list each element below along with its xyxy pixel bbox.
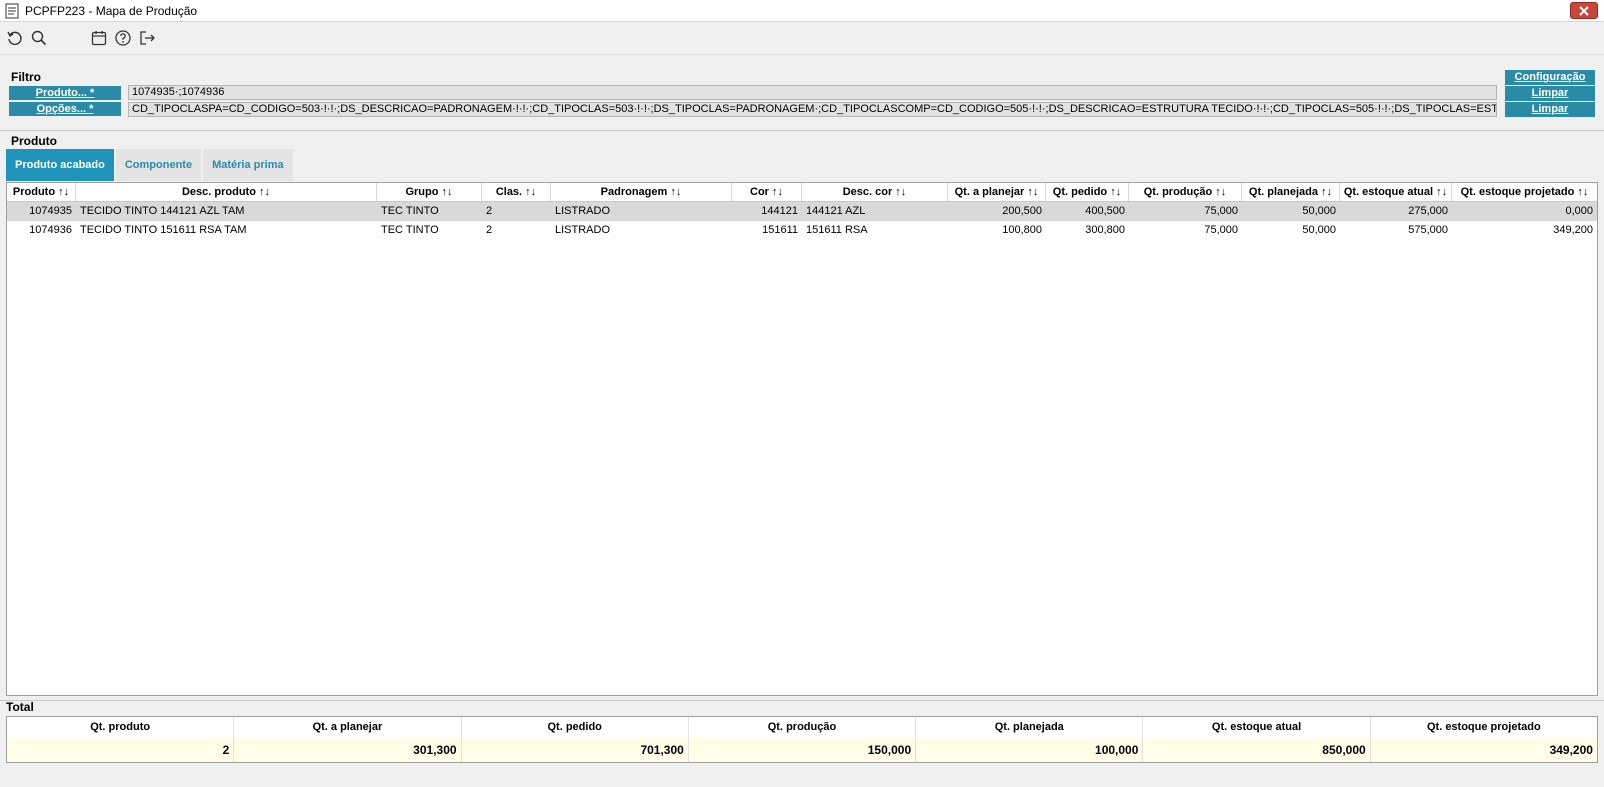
table-row[interactable]: 1074935 TECIDO TINTO 144121 AZL TAM TEC … [7,202,1597,221]
total-header-qt-a-planejar: Qt. a planejar [234,717,462,738]
produto-section-label: Produto [11,134,57,148]
cell-produto: 1074935 [29,205,72,217]
total-header-qt-planejada: Qt. planejada [916,717,1144,738]
cell-clas: 2 [486,205,493,217]
search-button[interactable] [28,27,50,49]
total-header-qt-pedido: Qt. pedido [462,717,689,738]
produto-grid: Produto ↑↓ Desc. produto ↑↓ Grupo ↑↓ Cla… [6,182,1598,696]
cell-qt-estoque-atual: 275,000 [1408,205,1448,217]
window-title: PCPFP223 - Mapa de Produção [25,3,198,18]
filter-section-label: Filtro [11,70,41,84]
column-header-qt-planejada[interactable]: Qt. planejada ↑↓ [1242,183,1340,201]
cell-desc-cor: 144121 AZL [806,205,866,217]
column-header-qt-estoque-projetado[interactable]: Qt. estoque projetado ↑↓ [1452,183,1597,201]
cell-cor: 151611 [762,224,798,236]
cell-produto: 1074936 [29,224,72,236]
exit-button[interactable] [136,27,158,49]
cell-qt-estoque-atual: 575,000 [1408,224,1448,236]
help-button[interactable] [112,27,134,49]
cell-qt-estoque-projetado: 349,200 [1553,224,1593,236]
column-header-produto[interactable]: Produto ↑↓ [7,183,76,201]
column-header-cor[interactable]: Cor ↑↓ [732,183,802,201]
limpar-produto-button[interactable]: Limpar [1505,86,1595,101]
cell-clas: 2 [486,224,493,236]
column-header-grupo[interactable]: Grupo ↑↓ [377,183,482,201]
cell-qt-planejada: 50,000 [1302,205,1336,217]
cell-desc-produto: TECIDO TINTO 151611 RSA TAM [80,224,247,236]
total-value-qt-producao: 150,000 [689,738,917,762]
cell-qt-planejada: 50,000 [1302,224,1336,236]
configuracao-button[interactable]: Configuração [1505,70,1595,85]
column-header-qt-producao[interactable]: Qt. produção ↑↓ [1129,183,1242,201]
cell-padronagem: LISTRADO [555,224,611,236]
toolbar [0,23,1604,53]
cell-qt-pedido: 300,800 [1085,224,1125,236]
column-header-qt-estoque-atual[interactable]: Qt. estoque atual ↑↓ [1340,183,1452,201]
column-header-clas[interactable]: Clas. ↑↓ [482,183,551,201]
total-value-qt-estoque-atual: 850,000 [1143,738,1371,762]
grid-header: Produto ↑↓ Desc. produto ↑↓ Grupo ↑↓ Cla… [7,183,1597,202]
refresh-button[interactable] [4,27,26,49]
help-icon [115,30,131,46]
column-header-qt-a-planejar[interactable]: Qt. a planejar ↑↓ [948,183,1046,201]
calendar-button[interactable] [88,27,110,49]
exit-icon [140,31,155,45]
cell-grupo: TEC TINTO [381,205,439,217]
table-row[interactable]: 1074936 TECIDO TINTO 151611 RSA TAM TEC … [7,221,1597,240]
totals-values: 2 301,300 701,300 150,000 100,000 850,00… [7,738,1597,762]
total-header-qt-producao: Qt. produção [689,717,917,738]
produto-filter-field[interactable]: 1074935·;1074936 [128,85,1497,100]
limpar-opcoes-button[interactable]: Limpar [1505,102,1595,117]
calendar-icon [91,31,107,46]
opcoes-filter-field[interactable]: CD_TIPOCLASPA=CD_CODIGO=503·!·!·;DS_DESC… [128,102,1497,117]
produto-filter-button[interactable]: Produto... * [9,86,121,100]
total-value-qt-planejada: 100,000 [916,738,1144,762]
tab-materia-prima[interactable]: Matéria prima [203,149,293,181]
opcoes-filter-button[interactable]: Opções... * [9,102,121,116]
total-value-qt-pedido: 701,300 [462,738,689,762]
search-icon [31,30,47,46]
cell-desc-produto: TECIDO TINTO 144121 AZL TAM [80,205,245,217]
cell-qt-a-planejar: 200,500 [1002,205,1042,217]
tab-componente[interactable]: Componente [115,149,202,181]
tab-produto-acabado[interactable]: Produto acabado [6,149,114,181]
title-bar: PCPFP223 - Mapa de Produção [0,0,1604,22]
total-value-qt-estoque-projetado: 349,200 [1549,743,1593,757]
cell-cor: 144121 [761,205,798,217]
cell-padronagem: LISTRADO [555,205,611,217]
document-icon [5,3,19,18]
totals-header: Qt. produto Qt. a planejar Qt. pedido Qt… [7,717,1597,738]
total-header-qt-estoque-atual: Qt. estoque atual [1143,717,1371,738]
total-value-qt-a-planejar: 301,300 [234,738,462,762]
cell-qt-a-planejar: 100,800 [1002,224,1042,236]
cell-qt-producao: 75,000 [1204,205,1238,217]
total-header-qt-estoque-projetado: Qt. estoque projetado [1426,721,1541,733]
column-header-qt-pedido[interactable]: Qt. pedido ↑↓ [1046,183,1129,201]
total-section-label: Total [6,700,34,714]
cell-qt-producao: 75,000 [1204,224,1238,236]
cell-grupo: TEC TINTO [381,224,439,236]
column-header-desc-cor[interactable]: Desc. cor ↑↓ [802,183,948,201]
cell-qt-estoque-projetado: 0,000 [1565,205,1593,217]
produto-tabs: Produto acabado Componente Matéria prima [6,149,295,181]
cell-qt-pedido: 400,500 [1085,205,1125,217]
refresh-icon [7,31,22,45]
column-header-padronagem[interactable]: Padronagem ↑↓ [551,183,732,201]
total-value-qt-produto: 2 [7,738,235,762]
totals-panel: Qt. produto Qt. a planejar Qt. pedido Qt… [6,716,1598,763]
cell-desc-cor: 151611 RSA [806,224,868,236]
column-header-desc-produto[interactable]: Desc. produto ↑↓ [76,183,377,201]
total-header-qt-produto: Qt. produto [7,717,235,738]
close-icon [1579,5,1589,16]
close-button[interactable] [1570,2,1598,19]
